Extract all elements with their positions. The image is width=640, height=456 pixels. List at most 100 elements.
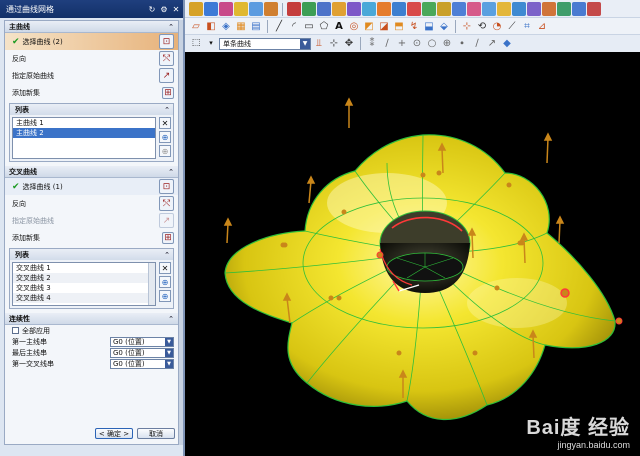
primary-select-curve-row[interactable]: ✔ 选择曲线 (2) ⊡: [5, 33, 178, 50]
snap-center-icon[interactable]: +: [395, 37, 409, 51]
curve-select-icon[interactable]: ⊡: [159, 179, 174, 194]
polygon-icon[interactable]: ⬠: [317, 20, 331, 34]
mirror-icon[interactable]: [362, 2, 376, 16]
reverse-direction-icon[interactable]: ⤲: [159, 196, 174, 211]
continuity-select[interactable]: G0 (位置) ▼: [110, 358, 174, 369]
settings-icon[interactable]: ⚙: [159, 4, 169, 14]
list-item[interactable]: 交叉曲线 1: [13, 263, 155, 273]
measure-icon[interactable]: [482, 2, 496, 16]
point-icon[interactable]: ⊹: [460, 20, 474, 34]
follow-fillet-icon[interactable]: ⊹: [327, 37, 341, 51]
collapse-chevron-icon[interactable]: ⌃: [168, 23, 174, 31]
view-icon[interactable]: [512, 2, 526, 16]
feature-block-icon[interactable]: ◧: [204, 20, 218, 34]
dialog-scrollbar[interactable]: [179, 20, 183, 445]
render-icon[interactable]: [527, 2, 541, 16]
cube-icon[interactable]: ◈: [219, 20, 233, 34]
list-item[interactable]: 交叉曲线 2: [13, 273, 155, 283]
chevron-down-icon[interactable]: ▾: [204, 37, 218, 51]
plane-icon[interactable]: ⟋: [505, 20, 519, 34]
through-curves-icon[interactable]: ▤: [249, 20, 263, 34]
list-scrollbar[interactable]: [148, 263, 155, 305]
assembly-icon[interactable]: [557, 2, 571, 16]
datum-icon[interactable]: ◔: [490, 20, 504, 34]
move-up-icon[interactable]: ⊕: [159, 131, 171, 143]
reset-icon[interactable]: ↻: [147, 4, 157, 14]
snap-intersection-icon[interactable]: ⊕: [440, 37, 454, 51]
snap-on-curve-icon[interactable]: ∕: [470, 37, 484, 51]
arc-icon[interactable]: ◜: [287, 20, 301, 34]
chamfer-icon[interactable]: [317, 2, 331, 16]
ok-button[interactable]: < 确定 >: [95, 428, 133, 439]
sketch-icon[interactable]: ▱: [189, 20, 203, 34]
feature-icon[interactable]: [287, 2, 301, 16]
curve-mesh-icon[interactable]: ▦: [234, 20, 248, 34]
surface-icon[interactable]: [189, 2, 203, 16]
tools-icon[interactable]: [587, 2, 601, 16]
snap-bounded-icon[interactable]: ◆: [500, 37, 514, 51]
spline-icon[interactable]: ◎: [347, 20, 361, 34]
snap-on-surface-icon[interactable]: ↗: [485, 37, 499, 51]
snap-endpoint-icon[interactable]: ⁑: [365, 37, 379, 51]
remove-icon[interactable]: ✕: [159, 262, 171, 274]
drafting-icon[interactable]: [572, 2, 586, 16]
unite-icon[interactable]: [392, 2, 406, 16]
chain-icon[interactable]: ✥: [342, 37, 356, 51]
shell-icon[interactable]: [332, 2, 346, 16]
add-set-icon[interactable]: ⊞: [162, 231, 174, 244]
primary-list-header[interactable]: 列表 ⌃: [10, 104, 173, 115]
snap-point-icon[interactable]: ○: [425, 37, 439, 51]
origin-curve-icon[interactable]: ↗: [159, 68, 174, 83]
graphics-viewport[interactable]: Bai度 经验 jingyan.baidu.com: [187, 53, 640, 456]
pattern-icon[interactable]: [377, 2, 391, 16]
section-continuity[interactable]: 连续性 ⌃: [5, 313, 178, 325]
stop-at-intersection-icon[interactable]: ⫫: [312, 37, 326, 51]
rotate-icon[interactable]: ⟲: [475, 20, 489, 34]
move-down-icon[interactable]: ⊕: [159, 145, 171, 157]
list-item[interactable]: 交叉曲线 4: [13, 293, 155, 303]
offset-curve-icon[interactable]: ↯: [407, 20, 421, 34]
offset-icon[interactable]: [452, 2, 466, 16]
snap-tangent-icon[interactable]: ∙: [455, 37, 469, 51]
collapse-chevron-icon[interactable]: ⌃: [168, 315, 174, 323]
thicken-icon[interactable]: [467, 2, 481, 16]
snap-midpoint-icon[interactable]: ∕: [380, 37, 394, 51]
list-item[interactable]: 主曲线 2: [13, 128, 155, 138]
curve-edit-icon[interactable]: ⬙: [437, 20, 451, 34]
cylinder-icon[interactable]: [219, 2, 233, 16]
dimension-icon[interactable]: ⊿: [535, 20, 549, 34]
curve-select-icon[interactable]: ⊡: [159, 34, 174, 49]
rectangle-icon[interactable]: ▭: [302, 20, 316, 34]
collapse-chevron-icon[interactable]: ⌃: [164, 251, 170, 259]
add-set-icon[interactable]: ⊞: [162, 86, 174, 99]
csys-icon[interactable]: ⌗: [520, 20, 534, 34]
sew-icon[interactable]: [437, 2, 451, 16]
sweep-icon[interactable]: [234, 2, 248, 16]
bridge-icon[interactable]: ◪: [377, 20, 391, 34]
block-icon[interactable]: [204, 2, 218, 16]
fillet-icon[interactable]: ◩: [362, 20, 376, 34]
remove-icon[interactable]: ✕: [159, 117, 171, 129]
move-down-icon[interactable]: ⊕: [159, 290, 171, 302]
layer-icon[interactable]: [542, 2, 556, 16]
close-icon[interactable]: ✕: [171, 4, 181, 14]
project-icon[interactable]: ⬒: [392, 20, 406, 34]
list-item[interactable]: 交叉曲线 3: [13, 283, 155, 293]
apply-all-row[interactable]: 全部应用: [5, 325, 178, 336]
section-cross-curves[interactable]: 交叉曲线 ⌃: [5, 166, 178, 178]
apply-all-checkbox[interactable]: [12, 327, 19, 334]
extract-icon[interactable]: ⬓: [422, 20, 436, 34]
cross-select-curve-row[interactable]: ✔ 选择曲线 (1) ⊡: [5, 178, 178, 195]
list-item[interactable]: 主曲线 1: [13, 118, 155, 128]
cancel-button[interactable]: 取消: [137, 428, 175, 439]
continuity-select[interactable]: G0 (位置) ▼: [110, 336, 174, 347]
intersect-icon[interactable]: [422, 2, 436, 16]
curve-rule-select[interactable]: 单条曲线 ▼: [219, 37, 311, 50]
revolve-icon[interactable]: [264, 2, 278, 16]
collapse-chevron-icon[interactable]: ⌃: [168, 168, 174, 176]
line-icon[interactable]: ╱: [272, 20, 286, 34]
snap-quadrant-icon[interactable]: ⊙: [410, 37, 424, 51]
section-primary-curves[interactable]: 主曲线 ⌃: [5, 21, 178, 33]
cross-list-header[interactable]: 列表 ⌃: [10, 249, 173, 260]
collapse-chevron-icon[interactable]: ⌃: [164, 106, 170, 114]
